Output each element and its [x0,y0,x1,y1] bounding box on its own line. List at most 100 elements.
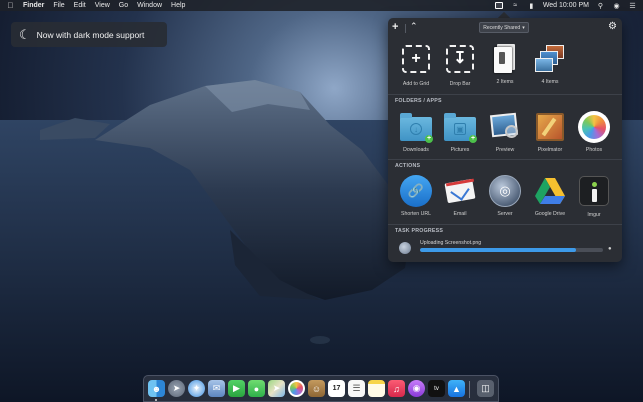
tile-label: Photos [585,147,603,153]
facetime-icon[interactable]: ▶ [228,380,245,397]
menu-go[interactable]: Go [119,2,128,9]
collapse-icon[interactable]: ⌃ [410,22,418,31]
notes-icon[interactable] [368,380,385,397]
dropzone-panel: + ⌃ Recently Shared ▾ ⚙ + Add to Grid ↧ … [388,18,622,262]
dropzone-menubar-icon[interactable] [495,2,504,10]
tile-2-items[interactable]: 2 Items [483,43,527,85]
pixelmator-app-icon [534,111,566,143]
cancel-upload-icon[interactable]: ● [608,246,612,252]
menu-help[interactable]: Help [171,2,185,9]
menu-view[interactable]: View [95,2,110,9]
task-progress-header: TASK PROGRESS [395,228,444,234]
menu-file[interactable]: File [53,2,64,9]
tile-label: Imgur [587,212,601,218]
actions-row: 🔗 Shorten URL Email ◎ Server Google Driv… [388,175,622,227]
toast-text: Now with dark mode support [36,29,145,40]
upload-progress-bar [420,248,603,252]
tile-google-drive[interactable]: Google Drive [528,175,572,217]
app-store-icon[interactable]: ▲ [448,380,465,397]
tile-email[interactable]: Email [438,175,482,217]
tile-label: Pictures [450,147,470,153]
photos-app-icon [578,111,610,143]
mail-icon[interactable]: ✉ [208,380,225,397]
contacts-icon[interactable]: ☺ [308,380,325,397]
calendar-day: 17 [332,385,341,392]
trash-icon[interactable]: ◫ [477,380,494,397]
menu-window[interactable]: Window [137,2,162,9]
tile-pixelmator[interactable]: Pixelmator [528,111,572,153]
imgur-icon [578,176,610,208]
add-badge-icon: + [425,135,433,143]
tile-label: Shorten URL [401,211,431,217]
files-stack-icon [489,43,521,75]
tile-shorten-url[interactable]: 🔗 Shorten URL [394,175,438,217]
music-icon[interactable]: ♫ [388,380,405,397]
drop-bar-icon: ↧ [446,45,474,73]
top-tiles-row: + Add to Grid ↧ Drop Bar 2 Items 4 Items [388,43,622,95]
wifi-icon[interactable]: ≈ [511,2,520,10]
finder-icon[interactable]: ☻ [148,380,165,397]
panel-toolbar: + ⌃ Recently Shared ▾ ⚙ [388,18,622,40]
add-grid-icon: + [402,45,430,73]
preview-app-icon [489,111,521,143]
calendar-icon[interactable]: 17 [328,380,345,397]
notification-center-icon[interactable]: ☰ [628,2,637,10]
tile-4-items[interactable]: 4 Items [528,43,572,85]
battery-icon[interactable]: ▮ [527,2,536,10]
tv-icon[interactable]: tv [428,380,445,397]
apple-menu-icon[interactable]:  [6,1,15,10]
task-thumbnail [399,242,411,254]
tile-label: Google Drive [534,211,566,217]
section-divider [388,94,622,95]
menu-bar:  Finder File Edit View Go Window Help ≈… [0,0,643,11]
link-icon: 🔗 [400,175,432,207]
folders-row: ↓ + Downloads ▣ + Pictures Preview Pixel… [388,111,622,163]
menu-app-name[interactable]: Finder [23,2,44,9]
launchpad-icon[interactable]: ➤ [168,380,185,397]
server-icon: ◎ [489,175,521,207]
tile-label: 2 Items [496,79,514,85]
upload-task: Uploading Screenshot.png ● [395,240,617,257]
menu-edit[interactable]: Edit [74,2,86,9]
tile-add-to-grid[interactable]: + Add to Grid [394,43,438,87]
spotlight-search-icon[interactable]: ⚲ [596,2,605,10]
tile-preview[interactable]: Preview [483,111,527,153]
downloads-folder-icon: ↓ + [400,111,433,143]
toolbar-divider [405,24,406,33]
actions-header: ACTIONS [395,163,421,169]
tile-label: Email [453,211,467,217]
tv-label: tv [434,385,439,392]
tile-server[interactable]: ◎ Server [483,175,527,217]
tile-imgur[interactable]: Imgur [572,175,616,218]
tile-drop-bar[interactable]: ↧ Drop Bar [438,43,482,87]
tile-label: 4 Items [541,79,559,85]
gear-icon[interactable]: ⚙ [608,22,617,32]
folders-apps-header: FOLDERS / APPS [395,98,442,104]
safari-icon[interactable]: ✦ [188,380,205,397]
dock: ☻ ➤ ✦ ✉ ▶ ● ➤ ☺ 17 ☰ ♫ ◉ tv ▲ ◫ [143,375,499,402]
tile-downloads[interactable]: ↓ + Downloads [394,111,438,153]
tile-label: Add to Grid [402,81,430,87]
messages-icon[interactable]: ● [248,380,265,397]
tile-label: Server [497,211,513,217]
add-badge-icon: + [469,135,477,143]
add-icon[interactable]: + [392,22,398,33]
google-drive-icon [534,175,566,207]
podcasts-icon[interactable]: ◉ [408,380,425,397]
tile-label: Drop Bar [449,81,471,87]
chevron-down-icon: ▾ [522,24,525,31]
tile-pictures[interactable]: ▣ + Pictures [438,111,482,153]
task-label: Uploading Screenshot.png [420,240,482,246]
pictures-folder-icon: ▣ + [444,111,477,143]
photos-icon[interactable] [288,380,305,397]
maps-icon[interactable]: ➤ [268,380,285,397]
tile-photos[interactable]: Photos [572,111,616,153]
recently-shared-dropdown[interactable]: Recently Shared ▾ [479,22,529,33]
siri-icon[interactable]: ◉ [612,2,621,10]
running-indicator [155,399,157,401]
reminders-icon[interactable]: ☰ [348,380,365,397]
dark-mode-toast: ☾ Now with dark mode support [11,22,167,47]
moon-icon: ☾ [19,27,31,42]
dropdown-label: Recently Shared [483,24,521,31]
menubar-clock[interactable]: Wed 10:00 PM [543,2,589,9]
